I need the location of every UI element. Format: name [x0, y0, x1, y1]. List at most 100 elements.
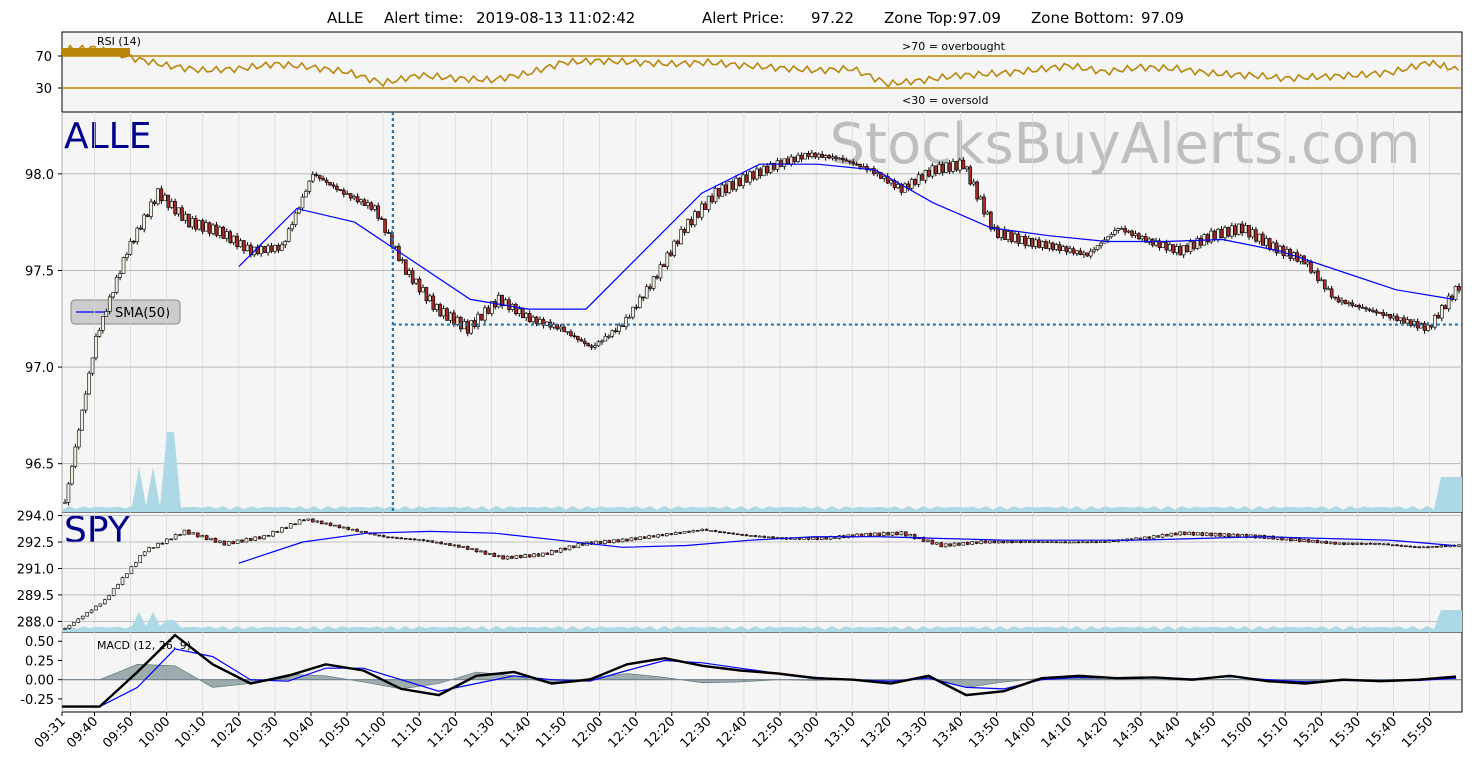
spy-candle-body — [563, 547, 567, 551]
spy-candle-body — [718, 531, 722, 533]
x-tick-label: 10:10 — [172, 714, 209, 751]
alle-candle-body — [675, 240, 680, 245]
alle-candle-body — [169, 201, 174, 208]
chart-canvas: ALLE Alert time: 2019-08-13 11:02:42 Ale… — [17, 9, 1463, 751]
x-tick-label: 14:30 — [1111, 714, 1148, 751]
alle-candle-body — [1329, 288, 1334, 298]
alle-candle-body — [803, 153, 807, 160]
spy-candle-body — [523, 554, 528, 558]
alle-candle-body — [1391, 315, 1396, 319]
spy-candle-body — [895, 531, 899, 536]
alle-candle-body — [648, 286, 652, 289]
spy-candle-body — [151, 547, 156, 549]
alle-candle-body — [355, 196, 360, 203]
spy-candle-body — [1333, 541, 1337, 545]
spy-candle-body — [873, 532, 877, 537]
spy-candle-body — [819, 537, 824, 540]
alle-candle-body — [710, 195, 714, 203]
alle-candle-body — [242, 240, 246, 252]
alle-candle-body — [459, 316, 463, 330]
spy-candle-body — [1005, 540, 1010, 544]
alle-candle-body — [328, 182, 332, 186]
spy-candle-body — [284, 527, 289, 529]
spy-candle-body — [859, 533, 864, 537]
spy-candle-body — [935, 542, 939, 545]
alle-candle-body — [1395, 315, 1399, 321]
alle-candle-body — [1364, 307, 1368, 310]
spy-candle-body — [1324, 540, 1329, 544]
alle-candle-body — [187, 213, 191, 228]
title-alert-price: 97.22 — [811, 9, 854, 27]
alle-candle-body — [1415, 321, 1420, 329]
alle-candle-body — [97, 330, 102, 337]
alle-candle-body — [1236, 223, 1241, 235]
alle-candle-body — [1398, 317, 1403, 321]
spy-candle-body — [532, 553, 536, 558]
alle-candle-body — [176, 207, 181, 215]
spy-candle-body — [1112, 540, 1116, 542]
spy-tick-label: 294.0 — [17, 510, 54, 525]
alle-candle-body — [668, 252, 673, 256]
alle-candle-body — [1326, 288, 1331, 291]
alle-symbol-label: ALLE — [64, 116, 152, 157]
x-tick-label: 15:30 — [1327, 714, 1364, 751]
spy-candle-body — [1165, 534, 1169, 537]
alle-candle-body — [1168, 244, 1172, 251]
alle-candle-body — [1212, 230, 1217, 240]
alle-candle-body — [682, 229, 687, 233]
alle-candle-body — [1247, 225, 1251, 238]
alle-candle-body — [221, 226, 226, 239]
spy-candle-body — [948, 543, 952, 547]
spy-candle-body — [1417, 546, 1421, 549]
x-tick-label: 10:50 — [317, 714, 354, 751]
alle-candle-body — [1333, 296, 1337, 299]
alle-candle-body — [142, 214, 146, 230]
alle-candle-body — [782, 158, 787, 167]
spy-candle-body — [1359, 542, 1364, 545]
alle-candle-body — [607, 335, 611, 338]
alle-candle-body — [1020, 236, 1024, 244]
spy-candle-body — [372, 533, 377, 536]
spy-candle-body — [1284, 537, 1289, 541]
x-tick-label: 12:30 — [678, 714, 715, 751]
spy-candle-body — [488, 552, 492, 555]
spy-candle-body — [616, 539, 620, 543]
alle-candle-body — [166, 194, 171, 208]
alle-candle-body — [159, 188, 164, 202]
alle-candle-body — [889, 180, 893, 184]
alle-candle-body — [1340, 299, 1344, 303]
spy-candle-body — [713, 530, 718, 532]
spy-tick-label: 291.0 — [17, 562, 54, 577]
alle-candle-body — [1047, 242, 1052, 249]
alle-candle-body — [1274, 242, 1279, 254]
alle-candle-body — [627, 316, 632, 319]
spy-candle-body — [899, 531, 904, 536]
alle-candle-body — [1116, 228, 1121, 231]
alle-candle-body — [1009, 231, 1014, 242]
alle-candle-body — [379, 218, 384, 220]
spy-candle-body — [1235, 533, 1240, 538]
alle-candle-body — [445, 308, 449, 321]
macd-tick-label: 0.50 — [25, 635, 54, 650]
spy-candle-body — [549, 550, 554, 555]
x-tick-label: 09:31 — [32, 714, 69, 751]
alle-candle-body — [1113, 230, 1117, 235]
alle-candle-body — [613, 330, 618, 333]
x-tick-label: 14:10 — [1038, 714, 1075, 751]
alle-candle-body — [1088, 250, 1093, 257]
alle-candle-body — [376, 205, 381, 219]
title-zone-top-label: Zone Top: — [884, 9, 957, 27]
alle-candle-body — [496, 294, 501, 308]
spy-candle-body — [1045, 541, 1050, 543]
title-alert-time-label: Alert time: — [384, 9, 463, 27]
alle-candle-body — [324, 179, 329, 183]
alle-candle-body — [152, 201, 157, 205]
alle-candle-body — [882, 176, 886, 179]
spy-tick-label: 292.5 — [17, 536, 54, 551]
spy-candle-body — [470, 548, 474, 551]
spy-candle-body — [324, 522, 328, 525]
spy-candle-body — [735, 533, 740, 536]
spy-candle-body — [1191, 531, 1196, 536]
spy-candle-body — [297, 519, 302, 525]
alle-candle-body — [1002, 229, 1007, 240]
